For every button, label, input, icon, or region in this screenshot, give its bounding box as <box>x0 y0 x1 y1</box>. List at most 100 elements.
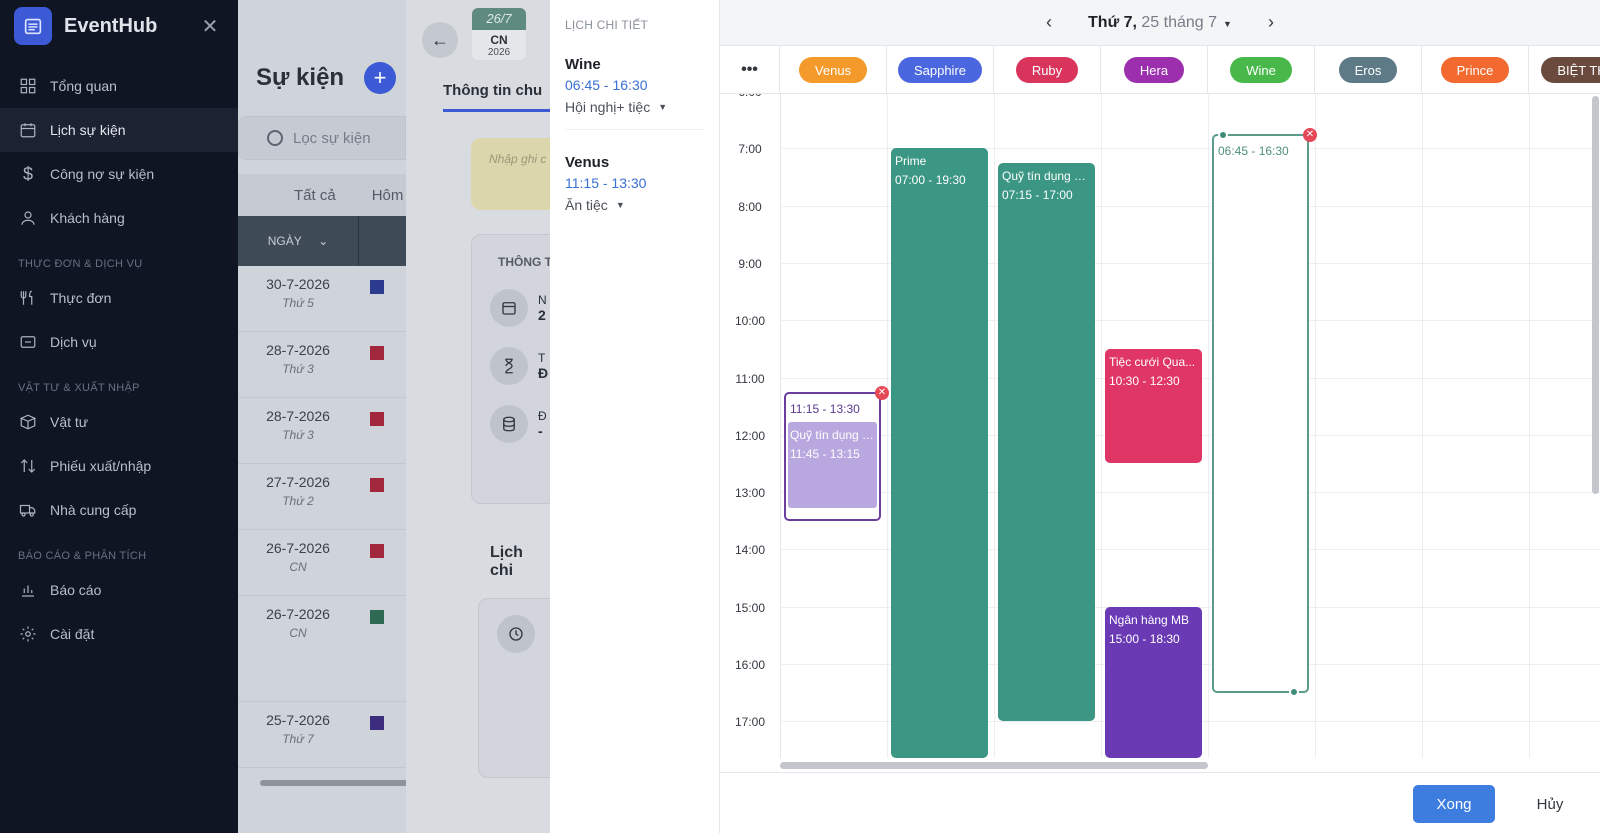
sidebar-item-menu[interactable]: Thực đơn <box>0 276 238 320</box>
schedule-card <box>478 598 550 778</box>
chart-icon <box>18 580 38 600</box>
room-pill[interactable]: BIỆT TH <box>1541 57 1600 83</box>
row-weekday: Thứ 3 <box>282 362 314 376</box>
info-line-3a: Đ <box>538 409 547 423</box>
events-page: Sự kiện + Lọc sự kiện Tất cả Hôm NGÀY ⌄ … <box>238 0 406 833</box>
info-line-1a: N <box>538 293 547 307</box>
back-button[interactable]: ← <box>422 22 458 58</box>
room-column-header: Eros <box>1315 46 1422 94</box>
resize-start-handle[interactable] <box>1218 129 1228 140</box>
sidebar-item-materials[interactable]: Vật tư <box>0 400 238 444</box>
event-time: 07:15 - 17:00 <box>1002 187 1073 202</box>
calendar-date-select[interactable]: Thứ 7, 25 tháng 7 ▼ <box>1088 14 1232 32</box>
remove-booking-icon[interactable]: ✕ <box>1303 127 1317 142</box>
schedule-item[interactable]: Venus 11:15 - 13:30 Ăn tiệc ▼ <box>565 154 705 227</box>
sidebar-item-label: Khách hàng <box>50 210 125 226</box>
sidebar-item-event-calendar[interactable]: Lịch sự kiện <box>0 108 238 152</box>
event-block[interactable]: Prime 07:00 - 19:30 <box>891 148 988 758</box>
column-date-header[interactable]: NGÀY ⌄ <box>238 234 358 248</box>
sidebar-item-label: Báo cáo <box>50 582 102 598</box>
note-field[interactable]: Nhập ghi c <box>471 138 550 210</box>
search-input[interactable]: Lọc sự kiện <box>238 116 406 160</box>
sidebar-item-services[interactable]: Dịch vụ <box>0 320 238 364</box>
date-badge: 26/7 CN 2026 <box>472 8 526 60</box>
done-button[interactable]: Xong <box>1413 785 1495 823</box>
table-row[interactable]: 28-7-2026 Thứ 3 <box>238 398 406 464</box>
room-pill[interactable]: Ruby <box>1015 57 1079 83</box>
event-title: Quỹ tín dụng TW <box>1002 168 1091 183</box>
cancel-button[interactable]: Hủy <box>1515 785 1585 823</box>
time-label: 14:00 <box>734 543 766 558</box>
schedule-item-room: Venus <box>565 154 610 171</box>
schedule-item-type-select[interactable]: Hội nghị+ tiệc ▼ <box>565 99 705 115</box>
table-row[interactable]: 27-7-2026 Thứ 2 <box>238 464 406 530</box>
vertical-scrollbar[interactable] <box>1592 96 1599 494</box>
next-day-button[interactable]: › <box>1256 12 1286 33</box>
room-pill[interactable]: Venus <box>798 57 868 83</box>
service-icon <box>18 332 38 352</box>
resize-end-handle[interactable] <box>1289 686 1299 697</box>
schedule-item[interactable]: Wine 06:45 - 16:30 Hội nghị+ tiệc ▼ <box>565 56 705 130</box>
row-weekday: CN <box>289 560 307 574</box>
room-column-header: Ruby <box>994 46 1101 94</box>
brand: EventHub ✕ <box>0 0 238 52</box>
section-stock: VẬT TƯ & XUẤT NHẬP <box>18 382 140 394</box>
dashboard-icon <box>18 76 38 96</box>
time-column-divider <box>780 94 781 758</box>
row-date-cell: 30-7-2026 Thứ 5 <box>238 276 358 310</box>
time-grid[interactable]: 6:00 7:00 8:00 9:00 10:00 11:00 12:00 13:00 14:0… <box>720 94 1600 758</box>
table-row[interactable]: 25-7-2026 Thứ 7 <box>238 702 406 768</box>
remove-booking-icon[interactable]: ✕ <box>875 385 889 400</box>
sidebar-item-settings[interactable]: Cài đặt <box>0 612 238 656</box>
horizontal-scrollbar[interactable] <box>780 762 1208 769</box>
room-pill[interactable]: Wine <box>1230 57 1292 83</box>
sidebar-item-label: Dịch vụ <box>50 334 97 350</box>
close-sidebar-icon[interactable]: ✕ <box>196 14 224 39</box>
room-pill[interactable]: Prince <box>1440 57 1510 83</box>
sidebar-item-event-debt[interactable]: $ Công nợ sự kiện <box>0 152 238 196</box>
sidebar-item-overview[interactable]: Tổng quan <box>0 64 238 108</box>
event-block[interactable]: Tiệc cưới Qua... 10:30 - 12:30 <box>1105 348 1202 464</box>
tab-general-info[interactable]: Thông tin chu <box>443 82 550 112</box>
transfer-icon <box>18 456 38 476</box>
table-row[interactable]: 26-7-2026 CN <box>238 530 406 596</box>
sidebar-item-label: Phiếu xuất/nhập <box>50 458 152 474</box>
prev-day-button[interactable]: ‹ <box>1034 12 1064 33</box>
table-row[interactable]: 28-7-2026 Thứ 3 <box>238 332 406 398</box>
room-calendar: ‹ Thứ 7, 25 tháng 7 ▼ › ••• Venus Sapphire… <box>720 0 1600 833</box>
dialog-footer: Xong Hủy <box>720 772 1600 833</box>
event-block[interactable]: Ngân hàng MB 15:00 - 18:30 <box>1105 606 1202 758</box>
sidebar-item-suppliers[interactable]: Nhà cung cấp <box>0 488 238 532</box>
selected-booking-block[interactable]: 06:45 - 16:30 <box>1212 133 1309 693</box>
add-event-button[interactable]: + <box>364 62 397 94</box>
row-weekday: Thứ 2 <box>282 494 314 508</box>
table-row[interactable]: 26-7-2026 CN <box>238 596 406 702</box>
tab-today[interactable]: Hôm <box>372 187 404 204</box>
sidebar-item-reports[interactable]: Báo cáo <box>0 568 238 612</box>
more-options-button[interactable]: ••• <box>720 46 780 94</box>
table-row[interactable]: 30-7-2026 Thứ 5 <box>238 266 406 332</box>
sidebar-item-import-export[interactable]: Phiếu xuất/nhập <box>0 444 238 488</box>
room-pill[interactable]: Hera <box>1123 57 1185 83</box>
search-placeholder: Lọc sự kiện <box>293 129 371 147</box>
room-pill[interactable]: Eros <box>1338 57 1398 83</box>
sidebar-item-customers[interactable]: Khách hàng <box>0 196 238 240</box>
info-line-2a: T <box>538 351 546 365</box>
room-header-row: ••• Venus Sapphire Ruby Hera Wine Eros Prince B… <box>720 46 1600 94</box>
event-time: 11:45 - 13:15 <box>790 446 860 461</box>
row-weekday: CN <box>289 626 307 640</box>
date-badge-weekday: CN <box>490 33 508 47</box>
schedule-item-type-select[interactable]: Ăn tiệc ▼ <box>565 197 705 213</box>
time-label: 9:00 <box>738 256 762 271</box>
coins-icon <box>490 405 528 443</box>
horizontal-scrollbar[interactable] <box>260 780 406 786</box>
selected-booking-block[interactable]: 11:15 - 13:30 Quỹ tín dụng TW 11:45 - 13:1… <box>784 391 881 521</box>
row-weekday: Thứ 5 <box>282 296 314 310</box>
room-color-swatch <box>370 544 384 558</box>
event-title: Ngân hàng MB <box>1109 612 1190 627</box>
room-pill[interactable]: Sapphire <box>897 57 983 83</box>
event-block[interactable]: Quỹ tín dụng TW 07:15 - 17:00 <box>998 162 1095 722</box>
tab-all[interactable]: Tất cả <box>294 187 336 204</box>
calendar-date-nav: ‹ Thứ 7, 25 tháng 7 ▼ › <box>720 0 1600 46</box>
overlapping-event[interactable]: Quỹ tín dụng TW 11:45 - 13:15 <box>788 421 877 508</box>
